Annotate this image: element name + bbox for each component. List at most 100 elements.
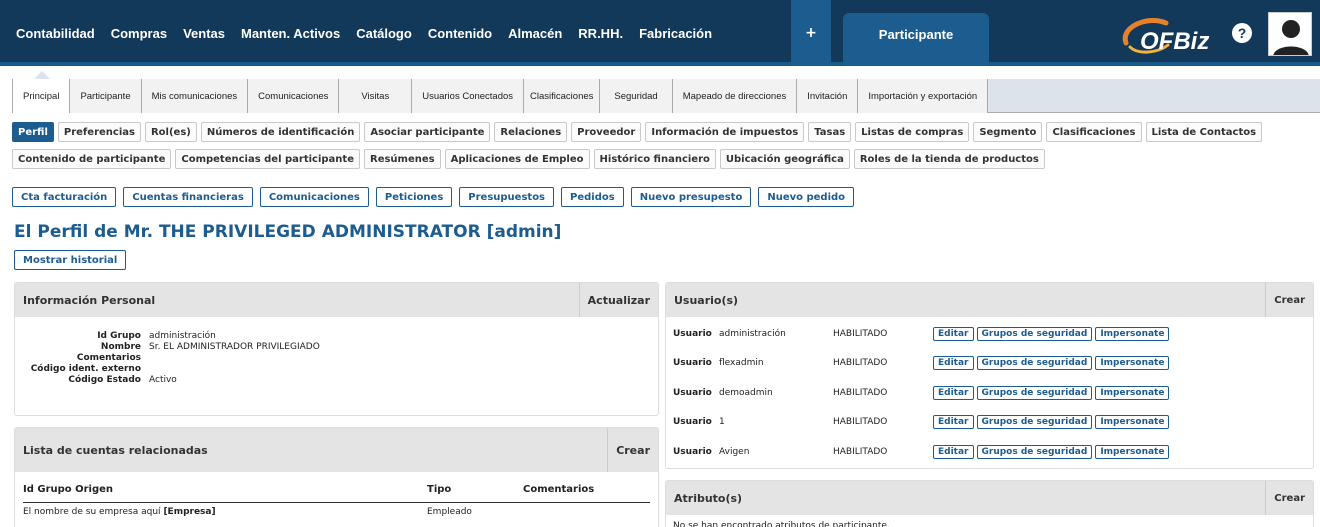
field-value [149, 353, 658, 364]
edit-button[interactable]: Editar [933, 444, 974, 459]
tab-lista-contactos[interactable]: Lista de Contactos [1145, 122, 1263, 142]
menu-contenido[interactable]: Contenido [428, 26, 492, 41]
tab-roles-tienda[interactable]: Roles de la tienda de productos [853, 149, 1045, 169]
menu-fabricacion[interactable]: Fabricación [639, 26, 712, 41]
menu-rrhh[interactable]: RR.HH. [578, 26, 623, 41]
app-tab-participante[interactable]: Participante [843, 13, 989, 66]
edit-button[interactable]: Editar [933, 326, 974, 341]
show-history-button[interactable]: Mostrar historial [14, 250, 127, 270]
nuevo-presupuesto-button[interactable]: Nuevo presupesto [630, 187, 752, 207]
related-table-header: Id Grupo Origen Tipo Comentarios [15, 472, 658, 495]
list-item: Usuario demoadmin HABILITADO Editar Grup… [666, 378, 1313, 408]
field-value [149, 364, 658, 375]
tab-tasas[interactable]: Tasas [808, 122, 852, 142]
users-header: Usuario(s) Crear [666, 283, 1313, 317]
tab-clasificaciones[interactable]: Clasificaciones [1046, 122, 1142, 142]
menu-compras[interactable]: Compras [111, 26, 167, 41]
tab-proveedor[interactable]: Proveedor [571, 122, 642, 142]
subtab-mis-comunicaciones[interactable]: Mis comunicaciones [141, 79, 249, 113]
origin-tag[interactable]: [Empresa] [163, 507, 215, 517]
create-attribute-button[interactable]: Crear [1265, 481, 1305, 515]
subtab-invitacion[interactable]: Invitación [797, 79, 859, 113]
tab-asociar-participante[interactable]: Asociar participante [364, 122, 491, 142]
impersonate-button[interactable]: Impersonate [1095, 444, 1170, 459]
nuevo-pedido-button[interactable]: Nuevo pedido [758, 187, 855, 207]
menu-manten-activos[interactable]: Manten. Activos [241, 26, 340, 41]
cuentas-financieras-button[interactable]: Cuentas financieras [123, 187, 253, 207]
field-label: Comentarios [76, 353, 141, 363]
status-badge: HABILITADO [833, 358, 888, 369]
security-groups-button[interactable]: Grupos de seguridad [976, 444, 1093, 459]
list-item: Usuario Avigen HABILITADO Editar Grupos … [666, 437, 1313, 467]
tab-competencias[interactable]: Competencias del participante [175, 149, 360, 169]
tab-relaciones[interactable]: Relaciones [494, 122, 568, 142]
comunicaciones-button[interactable]: Comunicaciones [259, 187, 369, 207]
tab-resumenes[interactable]: Resúmenes [364, 149, 441, 169]
subtab-seguridad[interactable]: Seguridad [600, 79, 673, 113]
impersonate-button[interactable]: Impersonate [1095, 326, 1170, 341]
pedidos-button[interactable]: Pedidos [561, 187, 624, 207]
edit-button[interactable]: Editar [933, 356, 974, 371]
impersonate-button[interactable]: Impersonate [1095, 415, 1170, 430]
more-apps-button[interactable]: + [791, 0, 831, 66]
tab-contenido-participante[interactable]: Contenido de participante [12, 149, 172, 169]
ofbiz-logo: OFBiz [1118, 13, 1218, 57]
column-header: Tipo [427, 484, 452, 495]
tab-numeros-identificacion[interactable]: Números de identificación [200, 122, 361, 142]
subtab-visitas[interactable]: Visitas [339, 79, 413, 113]
table-row: El nombre de su empresa aquí [Empresa] E… [15, 503, 658, 517]
tab-perfil[interactable]: Perfil [12, 122, 54, 142]
logo-text: OFBiz [1140, 28, 1209, 55]
users-title: Usuario(s) [674, 293, 739, 307]
subtab-mapeado-direcciones[interactable]: Mapeado de direcciones [672, 79, 798, 113]
user-label: Usuario [673, 387, 712, 398]
subtab-clasificaciones[interactable]: Clasificaciones [524, 79, 601, 113]
security-groups-button[interactable]: Grupos de seguridad [976, 415, 1093, 430]
avatar[interactable] [1268, 12, 1312, 56]
impersonate-button[interactable]: Impersonate [1095, 356, 1170, 371]
related-accounts-header: Lista de cuentas relacionadas Crear [15, 428, 658, 472]
create-user-button[interactable]: Crear [1265, 283, 1305, 317]
personal-info-title: Información Personal [23, 293, 156, 307]
create-related-button[interactable]: Crear [607, 428, 650, 472]
menu-contabilidad[interactable]: Contabilidad [16, 26, 95, 41]
users-panel: Usuario(s) Crear Usuario administración … [665, 282, 1314, 469]
tab-listas-compras[interactable]: Listas de compras [855, 122, 970, 142]
security-groups-button[interactable]: Grupos de seguridad [976, 356, 1093, 371]
edit-button[interactable]: Editar [933, 415, 974, 430]
subtab-importacion-exportacion[interactable]: Importación y exportación [858, 79, 989, 113]
top-navigation-bar: Contabilidad Compras Ventas Manten. Acti… [0, 0, 1320, 66]
subtab-principal[interactable]: Principal [12, 79, 71, 113]
tab-roles[interactable]: Rol(es) [144, 122, 197, 142]
help-icon[interactable]: ? [1232, 23, 1252, 43]
subtab-usuarios-conectados[interactable]: Usuarios Conectados [412, 79, 525, 113]
user-label: Usuario [673, 358, 712, 369]
peticiones-button[interactable]: Peticiones [375, 187, 453, 207]
attributes-header: Atributo(s) Crear [666, 481, 1313, 515]
type-cell: Empleado [427, 507, 472, 517]
tab-aplicaciones-empleo[interactable]: Aplicaciones de Empleo [444, 149, 590, 169]
presupuestos-button[interactable]: Presupuestos [459, 187, 555, 207]
profile-tabs-row2: Contenido de participante Competencias d… [12, 149, 1049, 169]
impersonate-button[interactable]: Impersonate [1095, 385, 1170, 400]
menu-almacen[interactable]: Almacén [508, 26, 562, 41]
menu-catalogo[interactable]: Catálogo [356, 26, 412, 41]
cta-facturacion-button[interactable]: Cta facturación [12, 187, 117, 207]
tab-ubicacion-geografica[interactable]: Ubicación geográfica [719, 149, 850, 169]
update-button[interactable]: Actualizar [578, 283, 650, 317]
user-name: 1 [719, 417, 725, 428]
origin-name-link[interactable]: El nombre de su empresa aquí [23, 507, 161, 517]
menu-ventas[interactable]: Ventas [183, 26, 225, 41]
status-badge: HABILITADO [833, 328, 888, 339]
edit-button[interactable]: Editar [933, 385, 974, 400]
tab-historico-financiero[interactable]: Histórico financiero [593, 149, 716, 169]
security-groups-button[interactable]: Grupos de seguridad [976, 326, 1093, 341]
tab-segmento[interactable]: Segmento [973, 122, 1043, 142]
subtab-participante[interactable]: Participante [70, 79, 142, 113]
related-accounts-title: Lista de cuentas relacionadas [23, 443, 208, 457]
security-groups-button[interactable]: Grupos de seguridad [976, 385, 1093, 400]
tab-preferencias[interactable]: Preferencias [57, 122, 141, 142]
tab-informacion-impuestos[interactable]: Información de impuestos [645, 122, 805, 142]
user-name: flexadmin [719, 358, 764, 369]
subtab-comunicaciones[interactable]: Comunicaciones [248, 79, 340, 113]
